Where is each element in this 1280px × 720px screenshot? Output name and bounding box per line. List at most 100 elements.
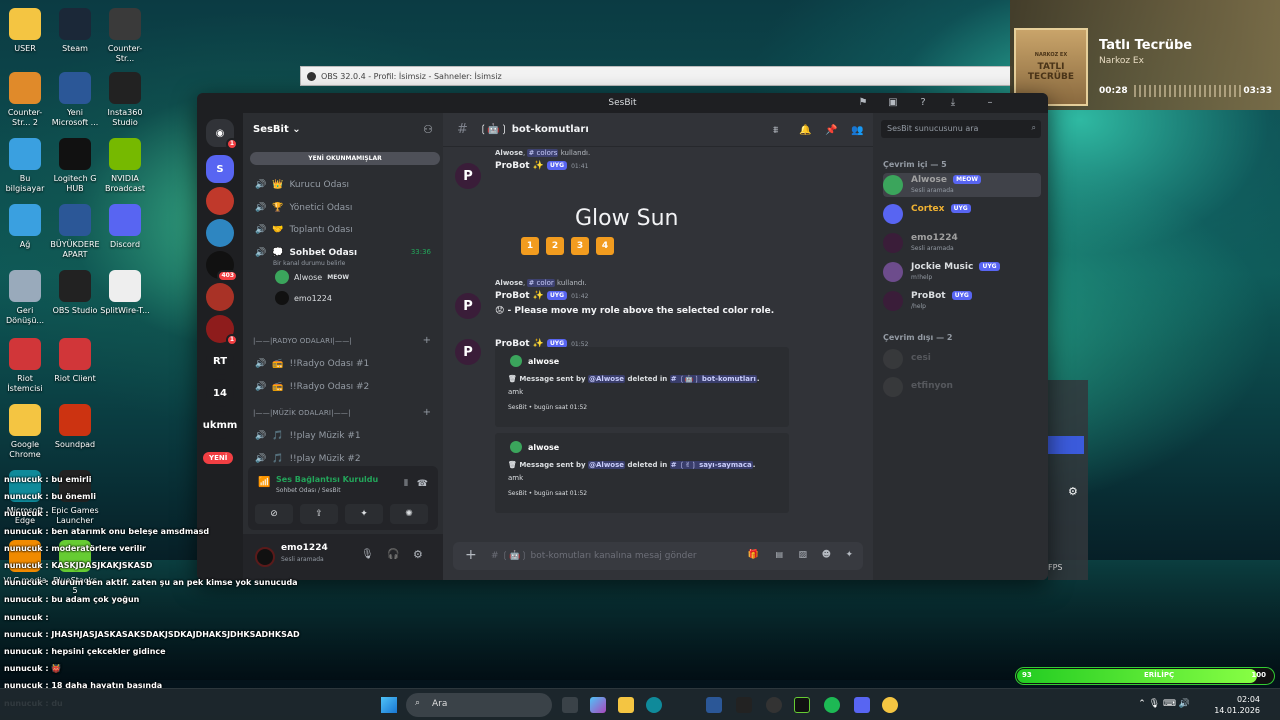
server-icon[interactable] (206, 283, 234, 311)
desktop-icon[interactable]: Soundpad (50, 404, 100, 450)
member-item[interactable]: ProBot UYG/help (883, 289, 1043, 313)
start-button[interactable] (381, 697, 397, 713)
server-icon[interactable]: RT (206, 347, 234, 375)
activities-button[interactable]: ✦ (345, 504, 383, 524)
server-icon[interactable]: 14 (206, 379, 234, 407)
voice-channel[interactable]: 🔊 🎵 !!play Müzik #2 (255, 451, 361, 467)
task-view-icon[interactable] (562, 697, 578, 713)
member-item[interactable]: emo1224 Sesli aramada (883, 231, 1043, 255)
voice-status[interactable]: Ses Bağlantısı Kuruldu (276, 475, 378, 484)
embed-author[interactable]: alwose (510, 355, 559, 367)
desktop-icon[interactable]: Google Chrome (0, 404, 50, 460)
panel-button[interactable] (1048, 436, 1084, 454)
app-icon[interactable] (736, 697, 752, 713)
apps-icon[interactable]: ✦ (845, 550, 853, 560)
chrome-icon[interactable] (882, 697, 898, 713)
soundboard-button[interactable]: ✺ (390, 504, 428, 524)
user-mention[interactable]: @Alwose (588, 461, 626, 469)
voice-channel[interactable]: 🔊 💭 Sohbet Odası (255, 245, 357, 261)
desktop-icon[interactable]: Insta360 Studio (100, 72, 150, 128)
probot-avatar[interactable]: P (455, 339, 481, 365)
user-mention[interactable]: @Alwose (588, 375, 626, 383)
channel-mention[interactable]: # ❲✌❳ sayı-saymaca (669, 461, 753, 469)
obs-icon[interactable] (766, 697, 782, 713)
member-item[interactable]: Cortex UYG (883, 202, 1043, 226)
headphones-icon[interactable]: 🎧 (387, 549, 399, 560)
voice-channel[interactable]: 🔊 🎵 !!play Müzik #1 (255, 428, 361, 444)
voice-channel[interactable]: 🔊 🤝 Toplantı Odası (255, 222, 353, 238)
spotify-icon[interactable] (824, 697, 840, 713)
message-author[interactable]: ProBot ✨ UYG 01:41 (495, 161, 588, 171)
channel-status[interactable]: Bir kanal durumu belirle (273, 260, 345, 267)
message-input[interactable]: # ❲🤖❳ bot-komutları kanalına mesaj gönde… (491, 551, 697, 561)
voice-channel[interactable]: 🔊 📻 !!Radyo Odası #1 (255, 356, 369, 372)
color-option-button[interactable]: 4 (596, 237, 614, 255)
add-channel-icon[interactable]: + (423, 407, 431, 418)
explorer-icon[interactable] (618, 697, 634, 713)
screen-share-button[interactable]: ⇪ (300, 504, 338, 524)
color-option-button[interactable]: 2 (546, 237, 564, 255)
inbox-icon[interactable]: ⚑ (857, 97, 869, 109)
disconnect-icon[interactable]: ☎ (417, 479, 428, 489)
music-widget[interactable]: NARKOZ EX TATLI TECRÜBE Tatlı Tecrübe Na… (1010, 0, 1280, 110)
obs-window-titlebar[interactable]: OBS 32.0.4 - Profil: İsimsiz - Sahneler:… (300, 66, 1012, 86)
desktop-icon[interactable]: Bu bilgisayar (0, 138, 50, 194)
terminal-icon[interactable] (794, 697, 810, 713)
threads-icon[interactable]: ⩩ (773, 125, 778, 136)
server-icon[interactable] (206, 219, 234, 247)
edge-icon[interactable] (646, 697, 662, 713)
members-icon[interactable]: 👥 (851, 125, 863, 136)
server-icon[interactable]: ukmm (203, 411, 237, 439)
member-item[interactable]: Jockie Music UYG m!help (883, 260, 1043, 284)
desktop-icon[interactable]: Yeni Microsoft ... (50, 72, 100, 128)
message-author[interactable]: ProBot ✨ UYG 01:42 (495, 291, 588, 301)
system-tray-icons[interactable]: ⌃ 🎙 ⌨ 🔊 (1138, 699, 1190, 709)
add-channel-icon[interactable]: + (423, 335, 431, 346)
embed-author[interactable]: alwose (510, 441, 559, 453)
probot-avatar[interactable]: P (455, 163, 481, 189)
microphone-icon[interactable]: 🎙 (361, 549, 374, 560)
desktop-icon[interactable]: OBS Studio (50, 270, 100, 316)
bell-icon[interactable]: 🔔 (799, 125, 811, 136)
desktop-icon[interactable]: Riot Client (50, 338, 100, 384)
screen-icon[interactable]: ▣ (887, 97, 899, 109)
server-icon[interactable]: 403 (206, 251, 238, 282)
message-input-bar[interactable]: + # ❲🤖❳ bot-komutları kanalına mesaj gön… (453, 542, 863, 570)
category-music[interactable]: |——|MÜZİK ODALARI|——| (253, 409, 351, 417)
outlook-icon[interactable] (706, 697, 722, 713)
noise-suppression-icon[interactable]: ⦀ (404, 479, 408, 489)
signal-icon[interactable]: 📶 (258, 477, 270, 488)
gift-icon[interactable]: 🎁 (748, 550, 759, 560)
voice-channel[interactable]: 🔊 👑 Kurucu Odası (255, 177, 349, 193)
probot-avatar[interactable]: P (455, 293, 481, 319)
voice-channel[interactable]: 🔊 🏆 Yönetici Odası (255, 200, 352, 216)
desktop-icon[interactable]: Ağ (0, 204, 50, 250)
desktop-icon[interactable]: NVIDIA Broadcast (100, 138, 150, 194)
desktop-icon[interactable]: Steam (50, 8, 100, 54)
taskbar-search[interactable]: ⌕ Ara (406, 693, 552, 717)
color-option-button[interactable]: 1 (521, 237, 539, 255)
help-icon[interactable]: ? (917, 97, 929, 109)
voice-user[interactable]: emo1224 (275, 290, 332, 306)
desktop-icon[interactable]: Logitech G HUB (50, 138, 100, 194)
gear-icon[interactable]: ⚙ (1068, 485, 1078, 498)
voice-user[interactable]: Alwose MEOW (275, 269, 349, 285)
reply-line[interactable]: Alwose, # color kullandı. (495, 279, 587, 287)
color-option-button[interactable]: 3 (571, 237, 589, 255)
server-icon[interactable] (206, 187, 234, 215)
member-item[interactable]: cesi (883, 347, 1043, 371)
camera-off-button[interactable]: ⊘ (255, 504, 293, 524)
category-radio[interactable]: |——|RADYO ODALARI|——| (253, 337, 352, 345)
desktop-icon[interactable]: Counter-Str... (100, 8, 150, 64)
emoji-icon[interactable]: ☻ (822, 550, 831, 560)
add-member-icon[interactable]: ⚇ (423, 123, 433, 136)
username[interactable]: emo1224 (281, 543, 328, 553)
clock[interactable]: 02:04 14.01.2026 (1214, 694, 1260, 716)
desktop-icon[interactable]: Geri Dönüşü... (0, 270, 50, 326)
gif-icon[interactable]: ▤ (775, 550, 783, 559)
copilot-icon[interactable] (590, 697, 606, 713)
discord-icon[interactable] (854, 697, 870, 713)
server-name[interactable]: SesBit ⌄ (253, 124, 301, 135)
member-item[interactable]: etfinyon (883, 375, 1043, 399)
desktop-icon[interactable]: Riot İstemcisi (0, 338, 50, 394)
